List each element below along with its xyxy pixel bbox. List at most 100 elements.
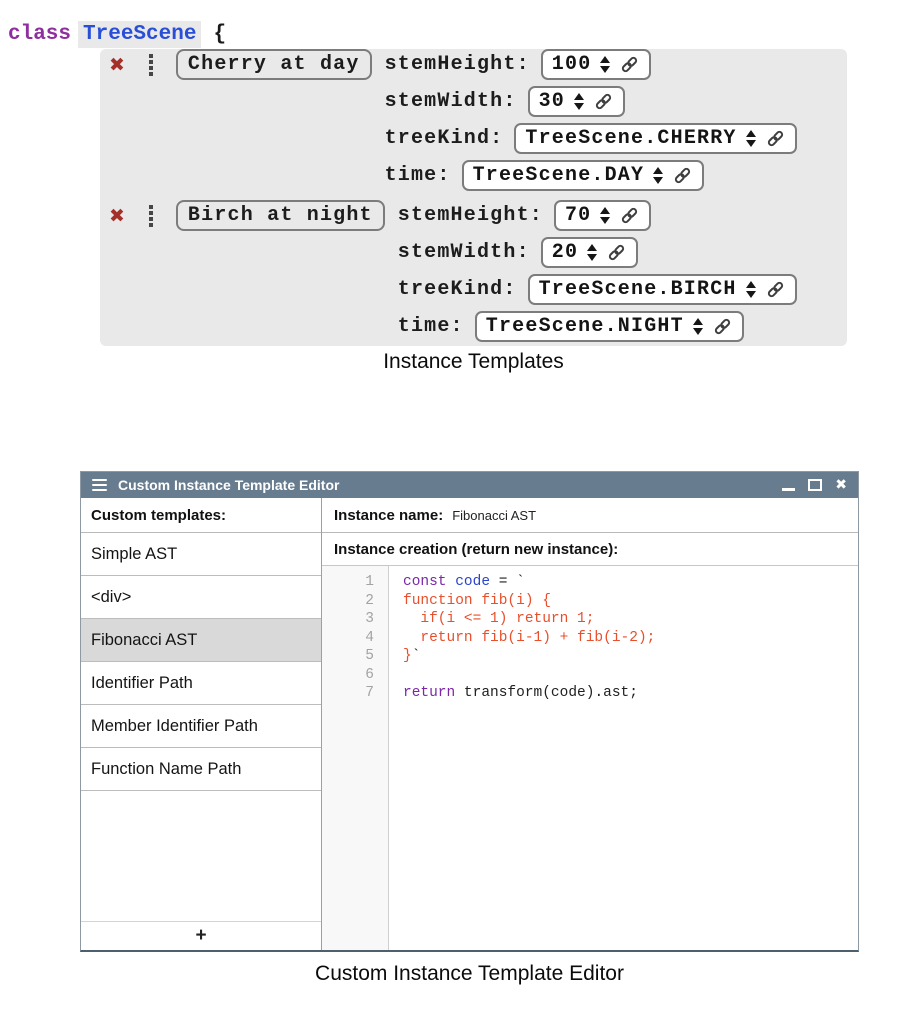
param-value[interactable]: TreeScene.CHERRY [525,127,736,150]
sidebar-item[interactable]: Member Identifier Path [81,705,321,748]
link-icon[interactable] [765,279,786,300]
spinner-icon[interactable] [574,93,584,110]
spinner-down-arrow[interactable] [574,103,584,110]
spinner-down-arrow[interactable] [693,328,703,335]
instance-name-value[interactable]: Fibonacci AST [452,508,536,523]
spinner-down-arrow[interactable] [653,177,663,184]
code-token: } [403,648,412,664]
editor-main-panel: Instance name: Fibonacci AST Instance cr… [322,498,858,950]
spinner-up-arrow[interactable] [746,281,756,288]
code-token: const [403,574,447,590]
param-value-box[interactable]: TreeScene.DAY [462,160,705,191]
add-template-button[interactable]: + [81,921,321,950]
link-icon[interactable] [606,242,627,263]
spinner-icon[interactable] [693,318,703,335]
param-value[interactable]: 100 [552,53,592,76]
spinner-up-arrow[interactable] [587,244,597,251]
code-token [447,574,456,590]
close-button[interactable]: ✖ [835,478,847,492]
menu-icon[interactable] [92,479,107,491]
maximize-button[interactable] [808,479,822,491]
link-icon[interactable] [672,165,693,186]
param-value[interactable]: TreeScene.DAY [473,164,645,187]
spinner-down-arrow[interactable] [746,140,756,147]
param-label: stemWidth: [385,90,517,113]
plus-icon: + [195,925,206,947]
class-declaration: classTreeScene{ [8,22,226,48]
param-label: stemWidth: [398,241,530,264]
code-token: return [403,685,455,701]
sidebar-item[interactable]: Function Name Path [81,748,321,791]
param-value-box[interactable]: 30 [528,86,625,117]
link-icon[interactable] [619,205,640,226]
line-number: 6 [322,666,374,685]
instance-template: ✖Birch at nightstemHeight:70stemWidth:20… [100,200,847,342]
spinner-down-arrow[interactable] [600,217,610,224]
template-controls: ✖ [100,200,176,232]
sidebar-item[interactable]: Identifier Path [81,662,321,705]
delete-template-button[interactable]: ✖ [109,56,125,75]
sidebar-filler [81,791,321,921]
spinner-icon[interactable] [587,244,597,261]
param-value-box[interactable]: 20 [541,237,638,268]
code-text-area[interactable]: const code = `function fib(i) { if(i <= … [389,566,858,950]
param-value-box[interactable]: TreeScene.BIRCH [528,274,797,305]
sidebar-item[interactable]: <div> [81,576,321,619]
param-row: treeKind: TreeScene.CHERRY [385,123,797,154]
code-line: return transform(code).ast; [403,684,858,703]
sidebar-item[interactable]: Simple AST [81,533,321,576]
code-editor[interactable]: 1234567 const code = `function fib(i) { … [322,566,858,950]
template-params: stemHeight:70stemWidth:20treeKind:TreeSc… [398,200,797,342]
drag-handle-icon[interactable] [149,205,153,227]
template-name-box[interactable]: Birch at night [176,200,385,231]
instance-creation-label: Instance creation (return new instance): [334,541,618,558]
param-value-box[interactable]: 100 [541,49,652,80]
link-icon[interactable] [712,316,733,337]
instance-templates-caption: Instance Templates [100,350,847,374]
spinner-icon[interactable] [600,56,610,73]
line-number: 4 [322,629,374,648]
code-token: function fib(i) { [403,593,551,609]
link-icon[interactable] [593,91,614,112]
param-value-box[interactable]: 70 [554,200,651,231]
spinner-down-arrow[interactable] [600,66,610,73]
spinner-up-arrow[interactable] [600,207,610,214]
spinner-up-arrow[interactable] [693,318,703,325]
line-number: 5 [322,647,374,666]
template-name-box[interactable]: Cherry at day [176,49,372,80]
param-row: treeKind: TreeScene.BIRCH [398,274,797,305]
drag-handle-icon[interactable] [149,54,153,76]
link-icon[interactable] [619,54,640,75]
param-value-box[interactable]: TreeScene.NIGHT [475,311,744,342]
param-label: time: [385,164,451,187]
code-line: const code = ` [403,573,858,592]
spinner-up-arrow[interactable] [746,130,756,137]
param-label: treeKind: [385,127,504,150]
link-icon[interactable] [765,128,786,149]
spinner-icon[interactable] [746,281,756,298]
param-value[interactable]: 30 [539,90,565,113]
sidebar-item-list: Simple AST<div>Fibonacci ASTIdentifier P… [81,533,321,791]
spinner-down-arrow[interactable] [587,254,597,261]
spinner-icon[interactable] [746,130,756,147]
param-value-box[interactable]: TreeScene.CHERRY [514,123,796,154]
class-name[interactable]: TreeScene [78,21,201,48]
spinner-up-arrow[interactable] [600,56,610,63]
param-value[interactable]: 70 [565,204,591,227]
param-label: treeKind: [398,278,517,301]
delete-template-button[interactable]: ✖ [109,207,125,226]
param-value[interactable]: TreeScene.NIGHT [486,315,684,338]
spinner-icon[interactable] [600,207,610,224]
code-token: return fib(i-1) + fib(i-2); [403,630,655,646]
window-titlebar[interactable]: Custom Instance Template Editor ✖ [81,472,858,498]
spinner-down-arrow[interactable] [746,291,756,298]
window-controls: ✖ [782,478,847,492]
param-value[interactable]: TreeScene.BIRCH [539,278,737,301]
param-value[interactable]: 20 [552,241,578,264]
spinner-icon[interactable] [653,167,663,184]
minimize-button[interactable] [782,488,795,491]
spinner-up-arrow[interactable] [653,167,663,174]
sidebar-item[interactable]: Fibonacci AST [81,619,321,662]
class-keyword: class [8,23,71,46]
spinner-up-arrow[interactable] [574,93,584,100]
